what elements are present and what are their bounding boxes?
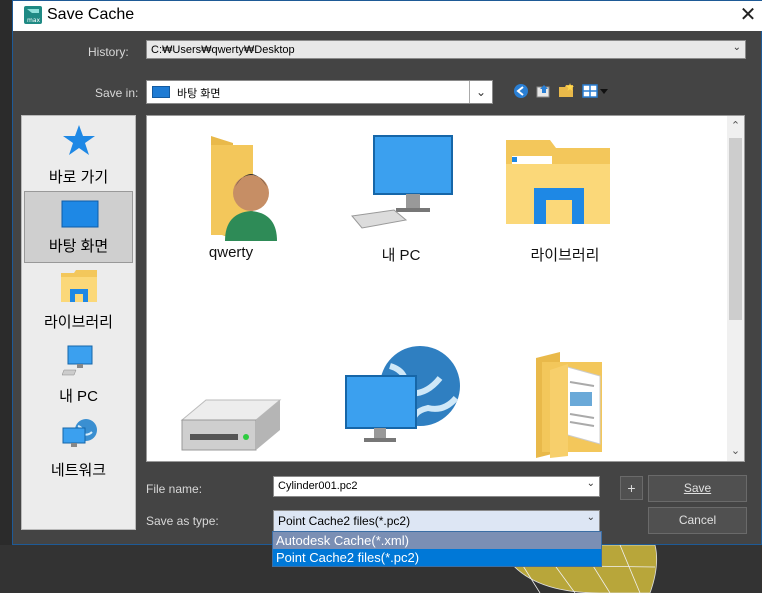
dialog-title: Save Cache	[47, 6, 135, 23]
network-icon	[345, 346, 460, 442]
places-bar: 바로 가기 바탕 화면 라이브러리 내 PC 네트워크	[21, 115, 136, 530]
file-label: 라이브러리	[530, 247, 600, 264]
file-item-documents-folder[interactable]	[500, 342, 630, 461]
place-label: 네트워크	[50, 462, 107, 479]
history-label: History:	[88, 45, 129, 59]
file-item-libraries[interactable]: 라이브러리	[500, 126, 630, 266]
file-item-network[interactable]	[336, 342, 466, 461]
save-button[interactable]: Save	[648, 475, 747, 502]
desktop-icon	[152, 86, 170, 98]
place-label: 바탕 화면	[48, 238, 109, 255]
save-as-type-options-list: Autodesk Cache(*.xml) Point Cache2 files…	[272, 531, 602, 567]
save-as-type-dropdown[interactable]: Point Cache2 files(*.pc2) ⌄	[273, 510, 600, 532]
this-pc-icon	[62, 345, 93, 376]
close-button[interactable]: ✕	[735, 3, 761, 27]
save-in-dropdown[interactable]: 바탕 화면 ⌄	[146, 80, 493, 104]
app-icon: max	[24, 6, 42, 24]
place-libraries[interactable]: 라이브러리	[24, 266, 133, 338]
this-pc-icon	[351, 135, 453, 229]
file-name-label: File name:	[146, 482, 203, 496]
network-icon	[62, 419, 97, 447]
file-label: 내 PC	[381, 247, 421, 264]
file-name-value: Cylinder001.pc2	[278, 480, 358, 492]
file-item-qwerty[interactable]: qwerty	[166, 126, 296, 266]
libraries-icon	[506, 140, 610, 224]
option-autodesk-cache[interactable]: Autodesk Cache(*.xml)	[273, 532, 601, 549]
libraries-icon	[61, 270, 97, 302]
scroll-up-arrow-icon[interactable]: ⌃	[727, 116, 744, 136]
place-label: 내 PC	[59, 388, 98, 405]
place-label: 바로 가기	[48, 169, 109, 186]
place-network[interactable]: 네트워크	[24, 414, 133, 486]
desktop-icon	[61, 200, 99, 228]
quick-access-star-icon	[63, 125, 95, 155]
background-app-strip	[0, 0, 12, 593]
save-in-value: 바탕 화면	[177, 88, 221, 100]
up-folder-icon[interactable]	[535, 82, 553, 100]
place-desktop[interactable]: 바탕 화면	[24, 191, 133, 263]
place-label: 라이브러리	[43, 314, 113, 331]
folder-documents-icon	[536, 352, 602, 458]
file-item-drive[interactable]	[166, 342, 296, 461]
back-icon[interactable]	[512, 82, 530, 100]
file-item-this-pc[interactable]: 내 PC	[336, 126, 466, 266]
scroll-thumb[interactable]	[729, 138, 742, 320]
save-cache-dialog: max Save Cache ✕ History: C:₩Users₩qwert…	[12, 0, 762, 545]
save-button-label: Save	[683, 481, 712, 495]
new-folder-icon[interactable]	[558, 82, 576, 100]
save-as-type-label: Save as type:	[146, 514, 219, 528]
title-bar: max Save Cache ✕	[13, 1, 762, 31]
option-point-cache2[interactable]: Point Cache2 files(*.pc2)	[273, 549, 601, 566]
file-list-view: qwerty 내 PC 라이브러리 ⌃ ⌄	[146, 115, 745, 462]
history-value: C:₩Users₩qwerty₩Desktop	[151, 44, 295, 56]
view-menu-icon[interactable]	[581, 82, 609, 100]
vertical-scrollbar[interactable]: ⌃ ⌄	[727, 116, 744, 461]
file-label: qwerty	[208, 244, 254, 261]
drive-icon	[180, 399, 282, 451]
history-dropdown[interactable]: C:₩Users₩qwerty₩Desktop ⌄	[146, 40, 746, 59]
place-this-pc[interactable]: 내 PC	[24, 340, 133, 412]
place-quick-access[interactable]: 바로 가기	[24, 121, 133, 193]
file-name-input[interactable]: Cylinder001.pc2 ⌄	[273, 476, 600, 497]
save-in-label: Save in:	[95, 86, 139, 100]
chevron-down-icon: ⌄	[732, 42, 741, 53]
chevron-down-icon: ⌄	[586, 512, 595, 523]
user-folder-icon	[211, 136, 277, 241]
chevron-down-icon: ⌄	[586, 478, 595, 489]
scroll-down-arrow-icon[interactable]: ⌄	[727, 441, 744, 461]
plus-button[interactable]: +	[620, 476, 643, 500]
svg-text:max: max	[27, 17, 41, 24]
save-as-type-value: Point Cache2 files(*.pc2)	[278, 514, 411, 528]
chevron-down-icon: ⌄	[469, 81, 492, 103]
cancel-button[interactable]: Cancel	[648, 507, 747, 534]
